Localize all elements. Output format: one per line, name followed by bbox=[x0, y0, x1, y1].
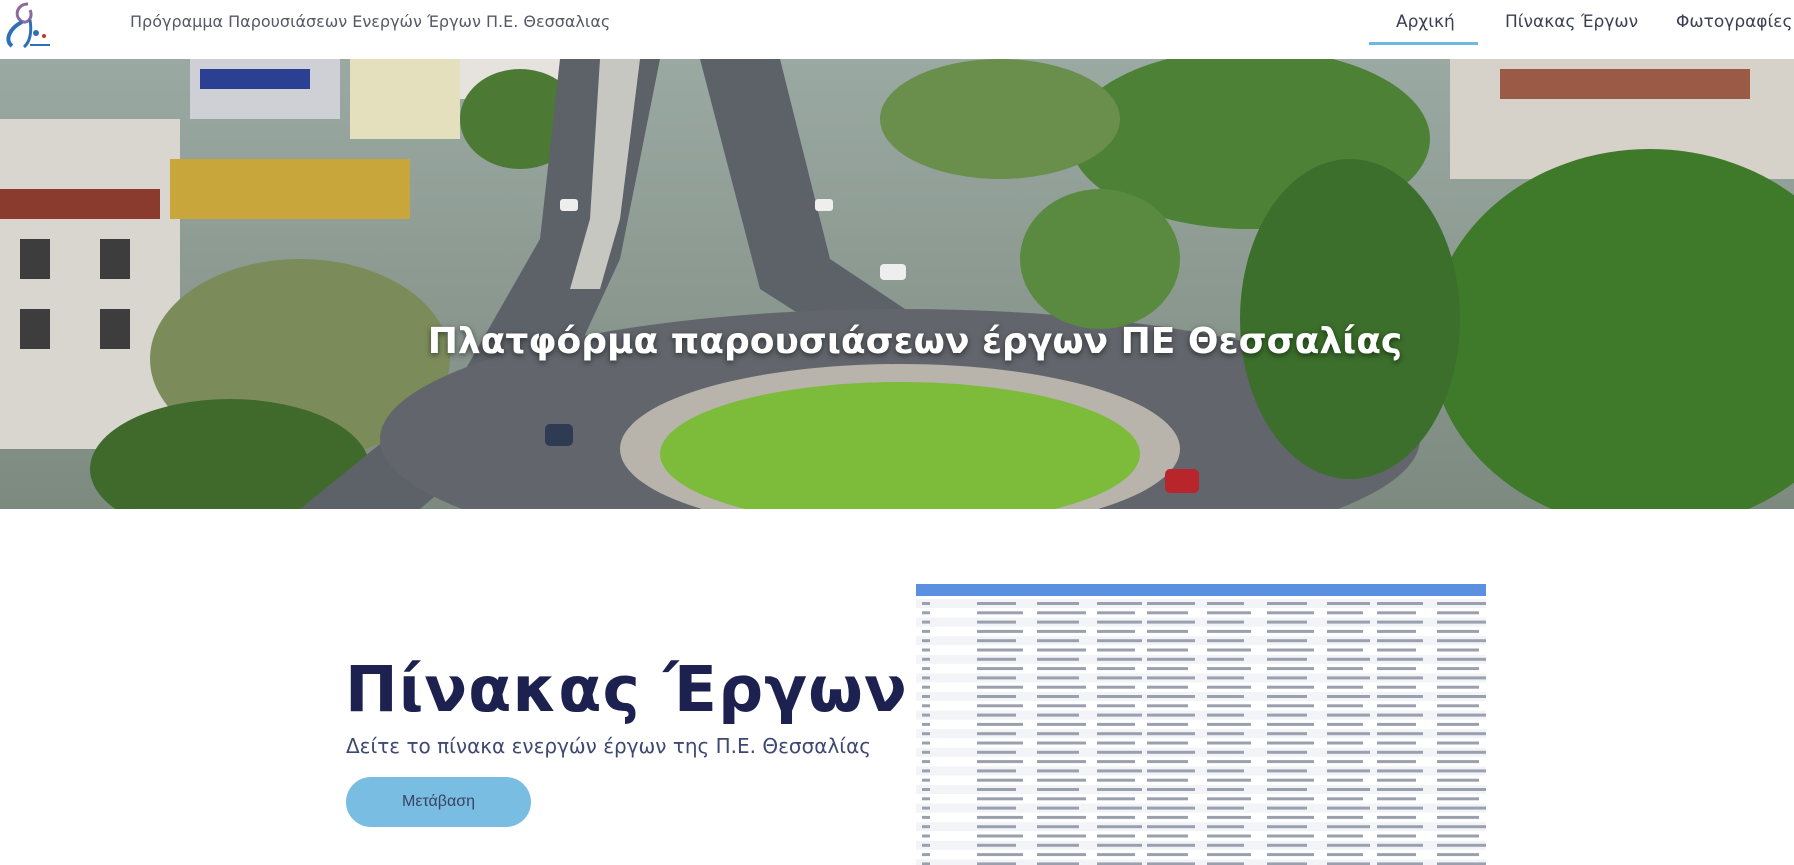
preview-row bbox=[916, 673, 1486, 683]
preview-row bbox=[922, 629, 1479, 633]
go-to-table-button[interactable]: Μετάβαση bbox=[346, 777, 531, 827]
section-subtitle: Δείτε το πίνακα ενεργών έργων της Π.Ε. Θ… bbox=[346, 734, 871, 758]
nav-active-indicator bbox=[1369, 42, 1478, 45]
preview-header-band bbox=[916, 584, 1486, 596]
preview-row bbox=[916, 859, 1486, 865]
region-logo-icon[interactable] bbox=[0, 0, 56, 50]
preview-row bbox=[922, 778, 1479, 782]
preview-row bbox=[922, 853, 1479, 857]
preview-row bbox=[922, 797, 1479, 801]
preview-row bbox=[922, 611, 1479, 615]
preview-row bbox=[916, 636, 1486, 646]
preview-row bbox=[922, 685, 1479, 689]
preview-row bbox=[916, 654, 1486, 664]
top-nav-bar: Πρόγραμμα Παρουσιάσεων Ενεργών Έργων Π.Ε… bbox=[0, 0, 1794, 59]
preview-row bbox=[916, 785, 1486, 794]
hero-title: Πλατφόρμα παρουσιάσεων έργων ΠΕ Θεσσαλία… bbox=[427, 321, 1403, 362]
site-title[interactable]: Πρόγραμμα Παρουσιάσεων Ενεργών Έργων Π.Ε… bbox=[130, 12, 610, 31]
preview-row bbox=[922, 722, 1479, 726]
preview-row bbox=[916, 747, 1486, 757]
preview-row bbox=[922, 648, 1479, 652]
nav-photos[interactable]: Φωτογραφίες Έ bbox=[1676, 12, 1794, 32]
hero-roundabout-image bbox=[0, 59, 1794, 509]
preview-row bbox=[916, 840, 1486, 850]
preview-row bbox=[922, 704, 1479, 708]
preview-row bbox=[916, 599, 1486, 608]
preview-row bbox=[916, 692, 1486, 701]
preview-row bbox=[922, 760, 1479, 764]
preview-row bbox=[922, 834, 1479, 838]
nav-projects-table[interactable]: Πίνακας Έργων bbox=[1505, 12, 1638, 32]
table-preview-graphic bbox=[916, 584, 1486, 865]
section-title: Πίνακας Έργων bbox=[345, 653, 908, 726]
preview-row bbox=[916, 729, 1486, 739]
preview-row bbox=[922, 667, 1479, 671]
preview-row bbox=[916, 617, 1486, 627]
hero-banner: Πλατφόρμα παρουσιάσεων έργων ΠΕ Θεσσαλία… bbox=[0, 59, 1794, 509]
projects-table-preview-image[interactable] bbox=[916, 584, 1486, 865]
preview-row bbox=[922, 741, 1479, 745]
nav-home[interactable]: Αρχική bbox=[1396, 12, 1455, 32]
preview-row bbox=[916, 803, 1486, 813]
preview-row bbox=[916, 766, 1486, 776]
preview-row bbox=[916, 822, 1486, 832]
preview-row bbox=[916, 710, 1486, 720]
preview-row bbox=[922, 815, 1479, 819]
